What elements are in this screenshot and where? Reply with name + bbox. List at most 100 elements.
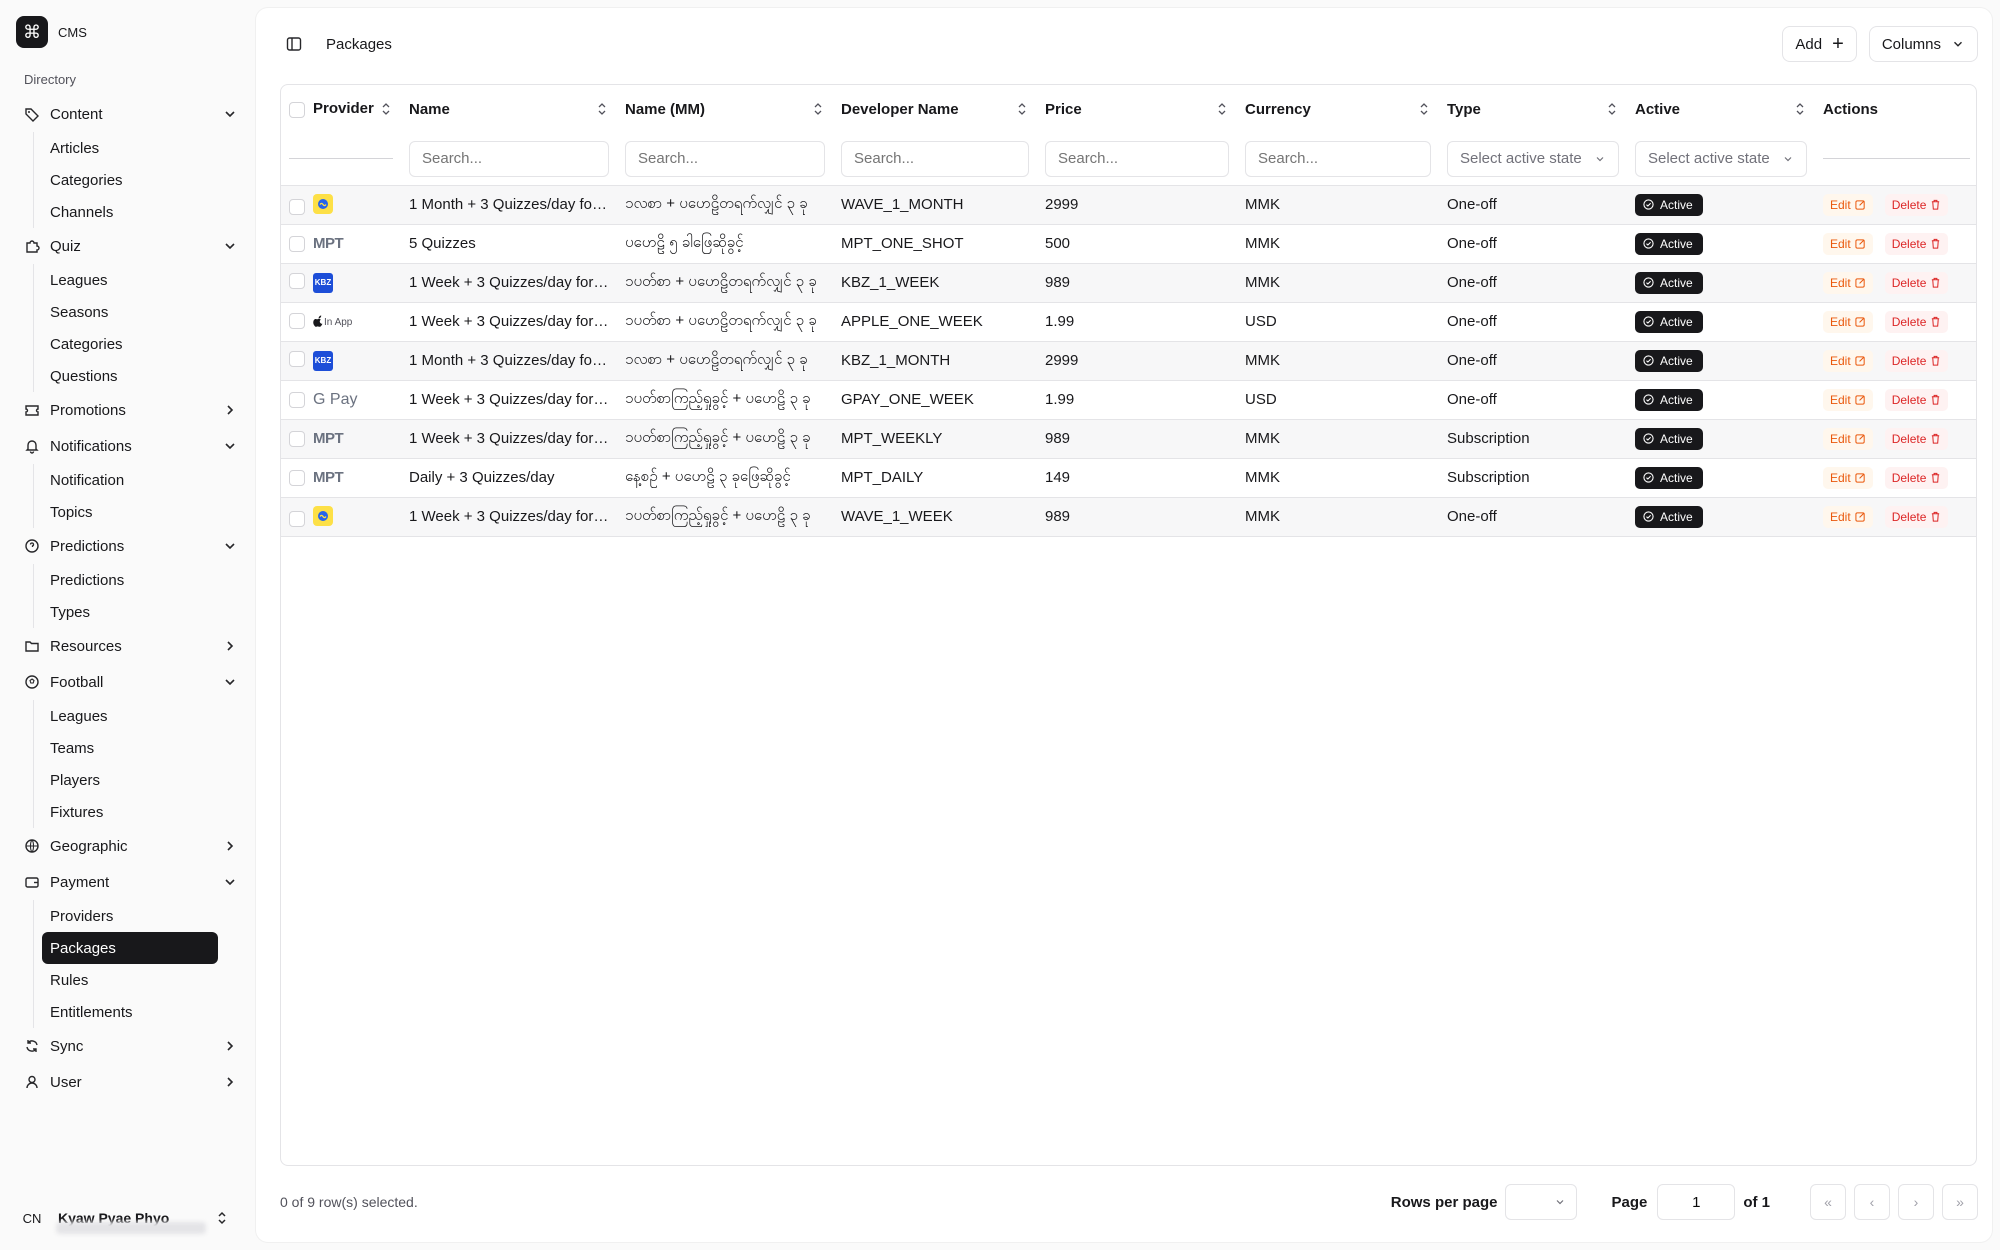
chevron-down-icon — [225, 543, 235, 550]
name-mm-cell: ၁ပတ်စာ + ပဟေဠိတရက်လျှင် ၃ ခု — [625, 311, 817, 329]
sidebar-item-articles[interactable]: Articles — [42, 132, 218, 164]
sidebar-item-players[interactable]: Players — [42, 764, 218, 796]
active-select[interactable]: Select active state — [1635, 140, 1807, 177]
edit-button[interactable]: Edit — [1823, 193, 1873, 216]
type-select[interactable]: Select active state — [1447, 140, 1619, 177]
search-input-currency[interactable] — [1245, 140, 1431, 177]
first-page-button[interactable]: « — [1810, 1184, 1846, 1220]
panel-left-icon — [286, 37, 302, 51]
search-input-name[interactable] — [409, 140, 609, 177]
edit-button[interactable]: Edit — [1823, 232, 1873, 255]
delete-button[interactable]: Delete — [1884, 505, 1949, 528]
kbz-pay-logo: KBZ — [313, 272, 333, 293]
user-menu[interactable]: CN Kyaw Pyae Phyo — [16, 1198, 242, 1238]
sidebar-item-categories[interactable]: Categories — [42, 164, 218, 196]
filter-cell — [401, 133, 617, 186]
delete-button[interactable]: Delete — [1884, 466, 1949, 489]
name-mm-cell: ၁ပတ်စာကြည့်ရှုခွင့် + ပဟေဠိ ၃ ခု — [625, 428, 811, 446]
status-badge: Active — [1635, 466, 1703, 489]
sidebar-item-teams[interactable]: Teams — [42, 732, 218, 764]
next-page-button[interactable]: › — [1898, 1184, 1934, 1220]
sidebar-group-predictions[interactable]: Predictions — [16, 528, 242, 564]
sidebar-item-providers[interactable]: Providers — [42, 900, 218, 932]
search-input-price[interactable] — [1045, 140, 1229, 177]
column-header-type[interactable]: Type — [1439, 85, 1627, 133]
sidebar-group-quiz[interactable]: Quiz — [16, 228, 242, 264]
brand[interactable]: ⌘ CMS — [16, 16, 87, 48]
sidebar-group-notifications[interactable]: Notifications — [16, 428, 242, 464]
delete-button[interactable]: Delete — [1884, 388, 1949, 411]
columns-button[interactable]: Columns — [1868, 26, 1978, 62]
delete-button[interactable]: Delete — [1884, 349, 1949, 372]
column-header-name[interactable]: Name — [401, 85, 617, 133]
trash-icon — [1932, 433, 1940, 444]
sidebar-item-rules[interactable]: Rules — [42, 964, 218, 996]
sidebar-group-promotions[interactable]: Promotions — [16, 392, 242, 428]
sidebar-item-predictions[interactable]: Predictions — [42, 564, 218, 596]
row-checkbox[interactable] — [289, 470, 305, 487]
row-checkbox[interactable] — [289, 273, 305, 290]
type-cell: One-off — [1447, 196, 1497, 213]
delete-button[interactable]: Delete — [1884, 271, 1949, 294]
sidebar-group-geographic[interactable]: Geographic — [16, 828, 242, 864]
edit-button[interactable]: Edit — [1823, 505, 1873, 528]
column-header-provider[interactable]: Provider — [281, 85, 401, 133]
page-input[interactable]: 1 — [1657, 1184, 1736, 1220]
sidebar-group-user[interactable]: User — [16, 1064, 242, 1100]
search-input-name-mm[interactable] — [625, 140, 825, 177]
sidebar-group-sync[interactable]: Sync — [16, 1028, 242, 1064]
row-checkbox[interactable] — [289, 198, 305, 215]
sidebar-item-questions[interactable]: Questions — [42, 360, 218, 392]
sidebar-item-notification[interactable]: Notification — [42, 464, 218, 496]
sidebar-item-leagues[interactable]: Leagues — [42, 700, 218, 732]
row-checkbox[interactable] — [289, 313, 305, 330]
rows-per-page-select[interactable] — [1505, 1184, 1578, 1220]
delete-button[interactable]: Delete — [1884, 310, 1949, 333]
edit-button[interactable]: Edit — [1823, 271, 1873, 294]
sidebar-item-types[interactable]: Types — [42, 596, 218, 628]
previous-page-button[interactable]: ‹ — [1854, 1184, 1890, 1220]
sort-icon — [1218, 103, 1226, 115]
sidebar-group-resources[interactable]: Resources — [16, 628, 242, 664]
delete-button[interactable]: Delete — [1884, 193, 1949, 216]
delete-button[interactable]: Delete — [1884, 232, 1949, 255]
delete-button[interactable]: Delete — [1884, 427, 1949, 450]
edit-button[interactable]: Edit — [1823, 427, 1873, 450]
sidebar-group-payment[interactable]: Payment — [16, 864, 242, 900]
sidebar-group-football[interactable]: Football — [16, 664, 242, 700]
select-all-checkbox[interactable] — [289, 101, 305, 118]
row-checkbox[interactable] — [289, 351, 305, 368]
sidebar-item-categories[interactable]: Categories — [42, 328, 218, 360]
edit-button[interactable]: Edit — [1823, 466, 1873, 489]
sidebar-item-channels[interactable]: Channels — [42, 196, 218, 228]
sidebar-item-fixtures[interactable]: Fixtures — [42, 796, 218, 828]
sidebar-item-topics[interactable]: Topics — [42, 496, 218, 528]
last-page-button[interactable]: » — [1942, 1184, 1978, 1220]
edit-label: Edit — [1830, 353, 1851, 368]
sidebar-group-content[interactable]: Content — [16, 96, 242, 132]
column-header-active[interactable]: Active — [1627, 85, 1815, 133]
column-header-label: Name — [409, 100, 450, 118]
sidebar-item-seasons[interactable]: Seasons — [42, 296, 218, 328]
trash-icon — [1932, 238, 1940, 249]
sidebar-item-leagues[interactable]: Leagues — [42, 264, 218, 296]
edit-button[interactable]: Edit — [1823, 388, 1873, 411]
sidebar-item-entitlements[interactable]: Entitlements — [42, 996, 218, 1028]
sidebar-toggle-button[interactable] — [280, 30, 308, 58]
row-checkbox[interactable] — [289, 431, 305, 448]
sidebar-item-packages[interactable]: Packages — [42, 932, 218, 964]
row-checkbox[interactable] — [289, 236, 305, 253]
edit-button[interactable]: Edit — [1823, 310, 1873, 333]
search-input-developer-name[interactable] — [841, 140, 1029, 177]
column-header-currency[interactable]: Currency — [1237, 85, 1439, 133]
add-button[interactable]: Add + — [1782, 26, 1857, 62]
actions-cell: Edit Delete — [1815, 185, 1976, 224]
row-checkbox[interactable] — [289, 510, 305, 527]
sidebar-group-label: Resources — [50, 637, 122, 655]
row-checkbox[interactable] — [289, 391, 305, 408]
column-header-price[interactable]: Price — [1037, 85, 1237, 133]
column-header-name-mm[interactable]: Name (MM) — [617, 85, 833, 133]
edit-button[interactable]: Edit — [1823, 349, 1873, 372]
edit-label: Edit — [1830, 314, 1851, 329]
column-header-developer-name[interactable]: Developer Name — [833, 85, 1037, 133]
